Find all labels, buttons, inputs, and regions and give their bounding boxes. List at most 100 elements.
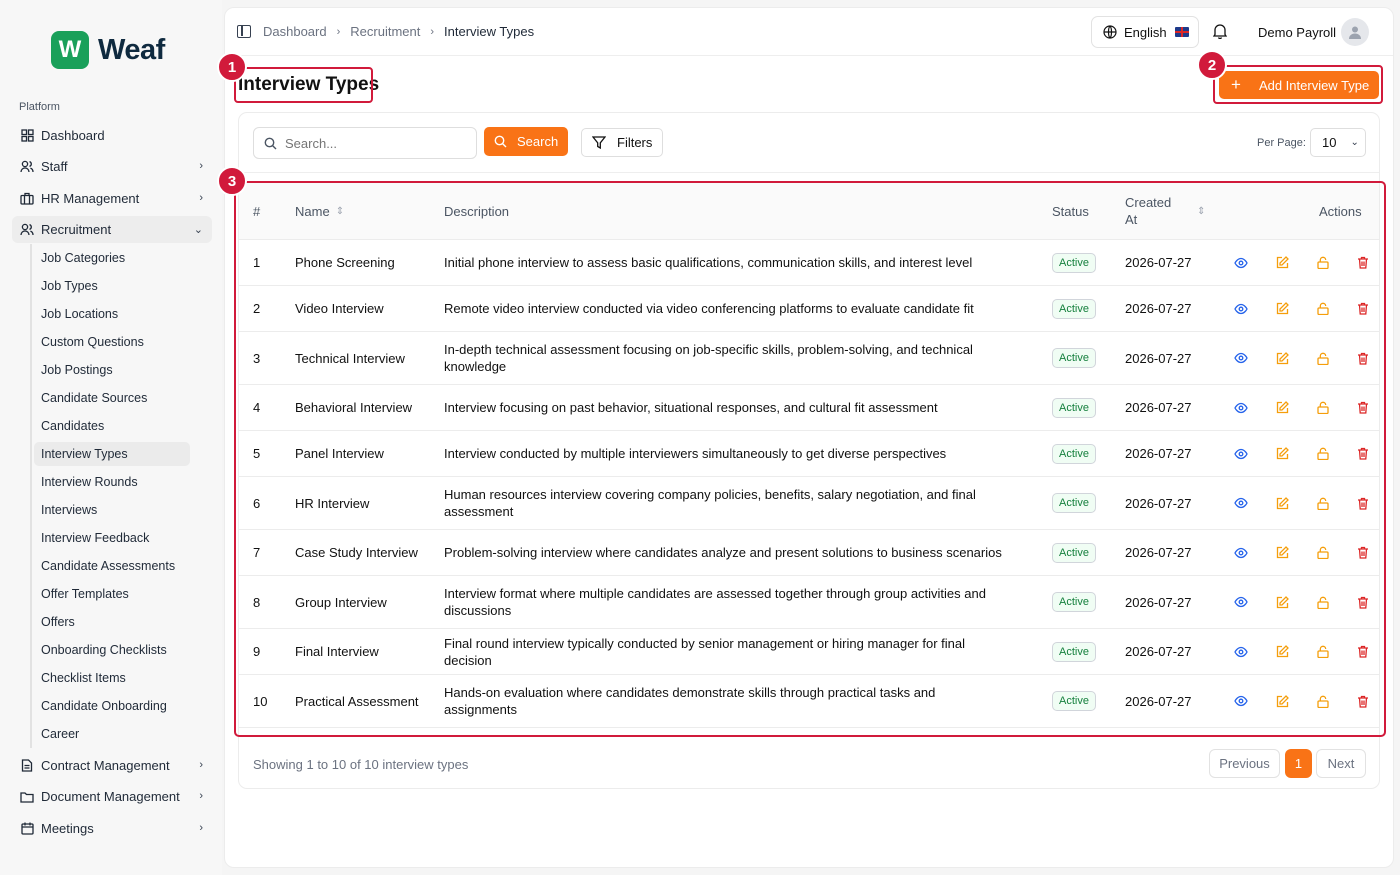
edit-icon[interactable] [1276,694,1289,708]
table-header-row: # Name ⇕ Description Status Created At ⇕ A… [239,183,1379,240]
trash-icon[interactable] [1357,447,1369,460]
previous-page-button[interactable]: Previous [1209,749,1280,778]
edit-icon[interactable] [1276,302,1289,315]
next-page-button[interactable]: Next [1316,749,1366,778]
status-cell: Active [1052,576,1096,628]
sidebar-item-hr-management[interactable]: HR Management › [12,185,212,212]
sidebar-subitem-offer-templates[interactable]: Offer Templates [34,582,190,606]
row-name: Final Interview [295,644,379,659]
sidebar-subitem-offers[interactable]: Offers [34,610,190,634]
row-created-at: 2026-07-27 [1125,545,1192,560]
bell-icon[interactable] [1212,23,1228,44]
eye-icon[interactable] [1234,547,1248,559]
edit-icon[interactable] [1276,496,1289,510]
column-header-name[interactable]: Name ⇕ [295,183,435,239]
search-button[interactable]: Search [484,127,568,156]
lock-icon[interactable] [1317,447,1329,460]
status-badge: Active [1052,691,1096,711]
edit-icon[interactable] [1276,256,1289,269]
lock-icon[interactable] [1317,596,1329,609]
edit-icon[interactable] [1276,645,1289,658]
sidebar-subitem-interview-feedback[interactable]: Interview Feedback [34,526,190,550]
eye-icon[interactable] [1234,646,1248,658]
filters-button[interactable]: Filters [581,128,663,157]
eye-icon[interactable] [1234,402,1248,414]
lock-icon[interactable] [1317,546,1329,559]
eye-icon[interactable] [1234,448,1248,460]
eye-icon[interactable] [1234,352,1248,364]
edit-icon[interactable] [1276,351,1289,365]
sidebar-subitem-job-locations[interactable]: Job Locations [34,302,190,326]
trash-icon[interactable] [1357,497,1369,510]
column-header-label: Name [295,203,330,219]
table-row: 4 Behavioral Interview Interview focusing … [239,385,1379,431]
lock-icon[interactable] [1317,497,1329,510]
trash-icon[interactable] [1357,352,1369,365]
edit-icon[interactable] [1276,447,1289,460]
sidebar-subitem-career[interactable]: Career [34,722,190,746]
sidebar-subitem-custom-questions[interactable]: Custom Questions [34,330,190,354]
sidebar-item-staff[interactable]: Staff › [12,153,212,180]
trash-icon[interactable] [1357,256,1369,269]
chevron-down-icon: ⌄ [1350,137,1359,148]
sidebar-subitem-interviews[interactable]: Interviews [34,498,190,522]
user-name[interactable]: Demo Payroll [1258,25,1336,40]
search-field[interactable] [253,127,477,159]
sidebar-subitem-checklist-items[interactable]: Checklist Items [34,666,190,690]
sidebar-subitem-candidate-assessments[interactable]: Candidate Assessments [34,554,190,578]
row-actions [1234,332,1369,384]
edit-icon[interactable] [1276,401,1289,414]
edit-icon[interactable] [1276,595,1289,609]
row-created-at: 2026-07-27 [1125,495,1192,511]
sidebar-toggle-icon[interactable] [237,25,251,38]
eye-icon[interactable] [1234,303,1248,315]
sidebar-item-contract-management[interactable]: Contract Management › [12,752,212,779]
eye-icon[interactable] [1234,497,1248,509]
sidebar-subitem-job-postings[interactable]: Job Postings [34,358,190,382]
sidebar-subitem-onboarding-checklists[interactable]: Onboarding Checklists [34,638,190,662]
column-header-created[interactable]: Created At ⇕ [1125,183,1225,239]
lock-icon[interactable] [1317,695,1329,708]
language-selector[interactable]: English [1091,16,1199,48]
sidebar-item-recruitment[interactable]: Recruitment ⌄ [12,216,212,243]
eye-icon[interactable] [1234,695,1248,707]
sidebar-subitem-candidate-sources[interactable]: Candidate Sources [34,386,190,410]
trash-icon[interactable] [1357,596,1369,609]
table-card: Search Filters Per Page: 10 ⌄ # Name ⇕ De… [238,112,1380,789]
trash-icon[interactable] [1357,546,1369,559]
sidebar-subitem-interview-rounds[interactable]: Interview Rounds [34,470,190,494]
trash-icon[interactable] [1357,302,1369,315]
sidebar-subitem-candidate-onboarding[interactable]: Candidate Onboarding [34,694,190,718]
sidebar-subitem-candidates[interactable]: Candidates [34,414,190,438]
lock-icon[interactable] [1317,645,1329,658]
eye-icon[interactable] [1234,596,1248,608]
trash-icon[interactable] [1357,401,1369,414]
sidebar-subitem-job-types[interactable]: Job Types [34,274,190,298]
briefcase-icon [20,192,34,206]
lock-icon[interactable] [1317,352,1329,365]
lock-icon[interactable] [1317,256,1329,269]
edit-icon[interactable] [1276,546,1289,559]
sidebar-item-document-management[interactable]: Document Management › [12,783,212,810]
avatar[interactable] [1341,18,1369,46]
sidebar-subitem-interview-types[interactable]: Interview Types [34,442,190,466]
status-cell: Active [1052,477,1096,529]
breadcrumb-dashboard[interactable]: Dashboard [263,24,327,39]
lock-icon[interactable] [1317,401,1329,414]
highlight-box-title [234,67,373,103]
row-actions [1234,576,1369,628]
main-panel: Dashboard › Recruitment › Interview Type… [217,7,1394,868]
sidebar-item-dashboard[interactable]: Dashboard [12,122,212,149]
search-input[interactable] [285,135,465,151]
row-name: Practical Assessment [295,693,419,709]
sidebar-subitem-job-categories[interactable]: Job Categories [34,246,190,270]
trash-icon[interactable] [1357,645,1369,658]
per-page-select[interactable]: 10 ⌄ [1310,128,1366,157]
logo[interactable]: W Weaf [51,31,165,69]
eye-icon[interactable] [1234,257,1248,269]
lock-icon[interactable] [1317,302,1329,315]
trash-icon[interactable] [1357,695,1369,708]
breadcrumb-recruitment[interactable]: Recruitment [350,24,420,39]
sidebar-item-meetings[interactable]: Meetings › [12,815,212,842]
page-1-button[interactable]: 1 [1285,749,1312,778]
